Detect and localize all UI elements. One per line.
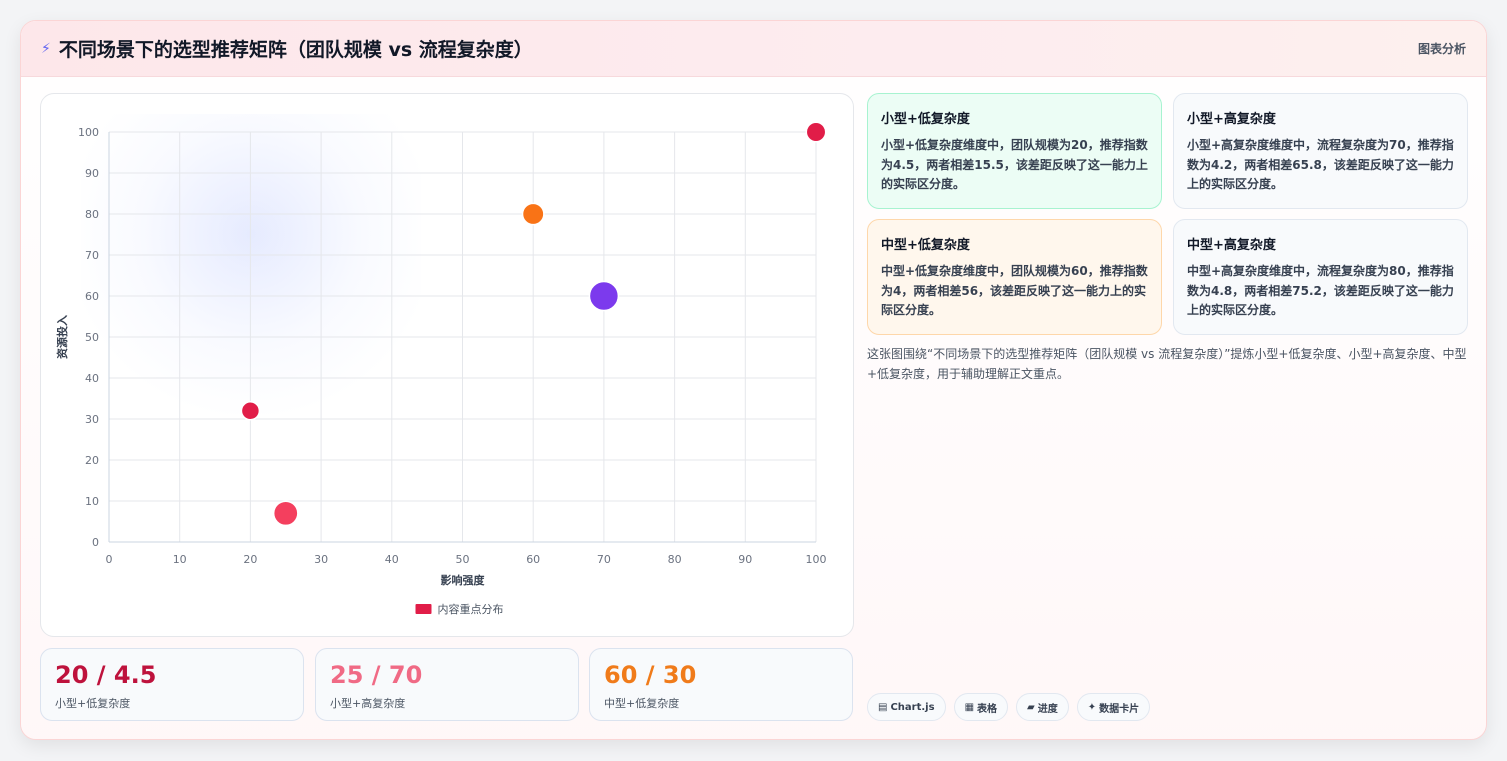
- x-tick-label: 70: [597, 553, 611, 566]
- table-icon: ▦: [964, 701, 975, 713]
- insight-card: 中型+低复杂度中型+低复杂度维度中，团队规模为60，推荐指数为4，两者相差56，…: [867, 219, 1162, 335]
- feature-pill[interactable]: ✦ 数据卡片: [1076, 693, 1151, 721]
- y-tick-label: 90: [85, 167, 99, 180]
- chart-analysis-tag: 图表分析: [1417, 42, 1466, 56]
- y-tick-label: 10: [85, 495, 99, 508]
- sparkle-icon: ✦: [1087, 701, 1097, 713]
- x-tick-label: 90: [738, 553, 752, 566]
- stat-card: 60 / 30 中型+低复杂度: [589, 648, 853, 721]
- chart-card: ⚡ 不同场景下的选型推荐矩阵（团队规模 vs 流程复杂度） 图表分析 0 10 20…: [20, 20, 1487, 740]
- stat-label: 小型+低复杂度: [55, 697, 131, 710]
- stat-card: 20 / 4.5 小型+低复杂度: [40, 648, 304, 721]
- x-tick-label: 0: [106, 553, 113, 566]
- y-tick-label: 30: [85, 413, 99, 426]
- insight-card: 中型+高复杂度中型+高复杂度维度中，流程复杂度为80，推荐指数为4.8，两者相差…: [1173, 219, 1468, 335]
- stat-label: 中型+低复杂度: [604, 697, 680, 710]
- bubble-point: [521, 202, 545, 226]
- bubble-chart-panel: 0 10 20 30 40 50 60 70 80 90 100 0 10 20 30 40 50 60 70 80 9…: [40, 93, 854, 637]
- y-tick-label: 60: [85, 290, 99, 303]
- feature-pills: ▤ Chart.js ▦ 表格 ▰ 进度 ✦ 数据卡片: [867, 693, 1151, 721]
- x-tick-label: 30: [314, 553, 328, 566]
- y-tick-label: 40: [85, 372, 99, 385]
- x-tick-label: 20: [243, 553, 257, 566]
- feature-pill[interactable]: ▰ 进度: [1016, 693, 1069, 721]
- progress-icon: ▰: [1027, 701, 1035, 713]
- x-tick-label: 50: [456, 553, 470, 566]
- legend-swatch: [415, 604, 432, 614]
- insight-text: 中型+高复杂度维度中，流程复杂度为80，推荐指数为4.8，两者相差75.2，该差…: [1187, 264, 1454, 317]
- insight-title: 中型+高复杂度: [1187, 238, 1276, 253]
- x-tick-label: 80: [668, 553, 682, 566]
- y-tick-label: 0: [92, 536, 99, 549]
- y-tick-label: 70: [85, 249, 99, 262]
- insight-text: 中型+低复杂度维度中，团队规模为60，推荐指数为4，两者相差56，该差距反映了这…: [881, 264, 1148, 317]
- stat-card: 25 / 70 小型+高复杂度: [315, 648, 579, 721]
- bubble-point: [272, 500, 299, 527]
- chart-icon: ▤: [878, 701, 888, 713]
- x-tick-label: 40: [385, 553, 399, 566]
- bubble-point: [805, 121, 827, 143]
- insight-title: 小型+高复杂度: [1187, 112, 1276, 127]
- bubble-point: [588, 280, 620, 312]
- y-tick-label: 100: [78, 126, 99, 139]
- pill-label: 数据卡片: [1099, 703, 1140, 715]
- legend-label: 内容重点分布: [438, 602, 504, 616]
- stat-value: 25 / 70: [330, 661, 423, 689]
- y-axis-title: 资源投入: [55, 315, 69, 359]
- x-tick-label: 60: [526, 553, 540, 566]
- stat-value: 60 / 30: [604, 661, 697, 689]
- chart-summary: 这张图围绕“不同场景下的选型推荐矩阵（团队规模 vs 流程复杂度）”提炼小型+低…: [867, 347, 1467, 381]
- feature-pill[interactable]: ▤ Chart.js: [867, 693, 946, 721]
- pill-label: Chart.js: [890, 701, 935, 713]
- card-title: 不同场景下的选型推荐矩阵（团队规模 vs 流程复杂度）: [58, 39, 533, 61]
- pill-label: 进度: [1037, 703, 1058, 715]
- stat-label: 小型+高复杂度: [330, 697, 406, 710]
- stat-value: 20 / 4.5: [55, 661, 157, 689]
- y-tick-label: 20: [85, 454, 99, 467]
- insight-text: 小型+高复杂度维度中，流程复杂度为70，推荐指数为4.2，两者相差65.8，该差…: [1187, 138, 1454, 191]
- bubble-point: [240, 401, 261, 421]
- insight-card: 小型+高复杂度小型+高复杂度维度中，流程复杂度为70，推荐指数为4.2，两者相差…: [1173, 93, 1468, 209]
- feature-pill[interactable]: ▦ 表格: [953, 693, 1009, 721]
- insight-text: 小型+低复杂度维度中，团队规模为20，推荐指数为4.5，两者相差15.5，该差距…: [881, 138, 1148, 191]
- pill-label: 表格: [977, 703, 998, 715]
- x-tick-label: 100: [806, 553, 827, 566]
- x-tick-label: 10: [173, 553, 187, 566]
- y-tick-label: 50: [85, 331, 99, 344]
- card-header: ⚡ 不同场景下的选型推荐矩阵（团队规模 vs 流程复杂度） 图表分析: [21, 21, 1486, 77]
- insight-card: 小型+低复杂度小型+低复杂度维度中，团队规模为20，推荐指数为4.5，两者相差1…: [867, 93, 1162, 209]
- y-tick-label: 80: [85, 208, 99, 221]
- bubble-chart: 0 10 20 30 40 50 60 70 80 90 100 0 10 20 30 40 50 60 70 80 9…: [55, 121, 827, 616]
- lightning-icon: ⚡: [41, 40, 51, 57]
- insight-title: 中型+低复杂度: [881, 238, 970, 253]
- x-axis-title: 影响强度: [441, 573, 486, 587]
- insight-title: 小型+低复杂度: [881, 112, 970, 127]
